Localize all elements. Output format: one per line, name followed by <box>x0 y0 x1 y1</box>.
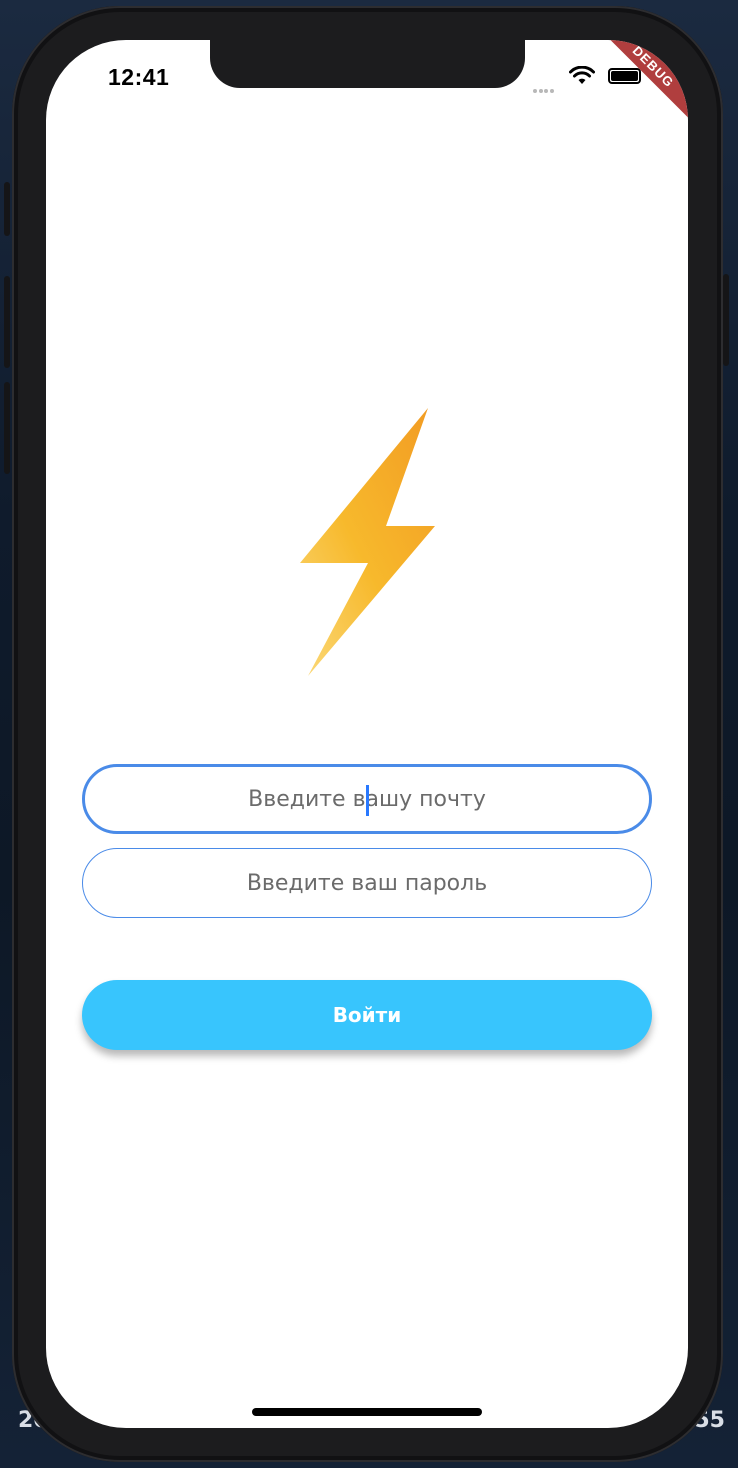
text-cursor <box>366 785 369 816</box>
volume-down-button <box>4 382 10 474</box>
lightning-bolt-icon <box>300 408 435 676</box>
status-time: 12:41 <box>108 64 170 90</box>
volume-up-button <box>4 276 10 368</box>
login-button[interactable]: Войти <box>82 980 652 1050</box>
app-screen: 12:41 DEBUG Войти <box>46 40 688 1428</box>
home-indicator[interactable] <box>252 1408 482 1416</box>
password-field[interactable] <box>82 848 652 918</box>
password-input[interactable] <box>83 870 651 896</box>
cellular-signal-icon <box>533 80 555 98</box>
power-button <box>723 274 729 366</box>
notch <box>210 40 525 88</box>
mute-switch <box>4 182 10 236</box>
battery-icon <box>608 68 641 84</box>
email-field[interactable] <box>82 764 652 834</box>
wifi-icon <box>569 66 595 84</box>
